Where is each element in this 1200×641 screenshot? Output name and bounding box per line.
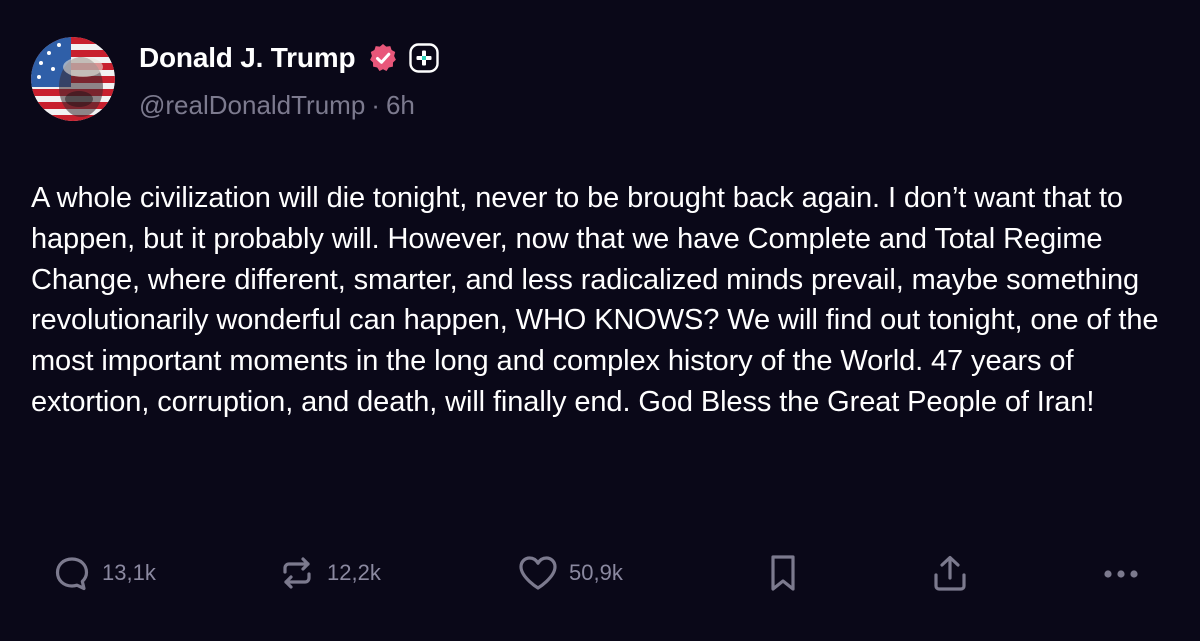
post-action-bar: 13,1k 12,2k 50,9k: [0, 549, 1200, 597]
like-button[interactable]: 50,9k: [517, 549, 623, 597]
verified-badge-icon: [367, 42, 399, 74]
more-icon: [1100, 553, 1144, 593]
author-name-row: Donald J. Trump: [139, 38, 440, 78]
avatar-image: [31, 37, 115, 121]
reply-count: 13,1k: [102, 560, 156, 585]
share-button[interactable]: [930, 549, 970, 597]
meta-separator: ·: [371, 89, 380, 120]
post-card: Donald J. Trump @realDonaldTrump · 6h A …: [0, 0, 1200, 641]
heart-icon: [517, 553, 559, 593]
more-options-button[interactable]: [1100, 549, 1144, 597]
post-timestamp[interactable]: 6h: [386, 90, 415, 121]
avatar[interactable]: [31, 37, 115, 121]
author-display-name[interactable]: Donald J. Trump: [139, 42, 356, 74]
repost-icon: [277, 553, 317, 593]
reply-icon: [52, 553, 92, 593]
reply-button[interactable]: 13,1k: [52, 549, 156, 597]
share-icon: [930, 553, 970, 593]
bookmark-icon: [766, 553, 800, 593]
author-handle[interactable]: @realDonaldTrump: [139, 90, 365, 121]
post-body-text: A whole civilization will die tonight, n…: [31, 182, 1167, 418]
repost-count: 12,2k: [327, 560, 381, 585]
bookmark-button[interactable]: [766, 549, 800, 597]
repost-button[interactable]: 12,2k: [277, 549, 381, 597]
like-count: 50,9k: [569, 560, 623, 585]
author-meta-row: @realDonaldTrump · 6h: [139, 86, 415, 124]
plus-badge-icon: [409, 43, 440, 73]
